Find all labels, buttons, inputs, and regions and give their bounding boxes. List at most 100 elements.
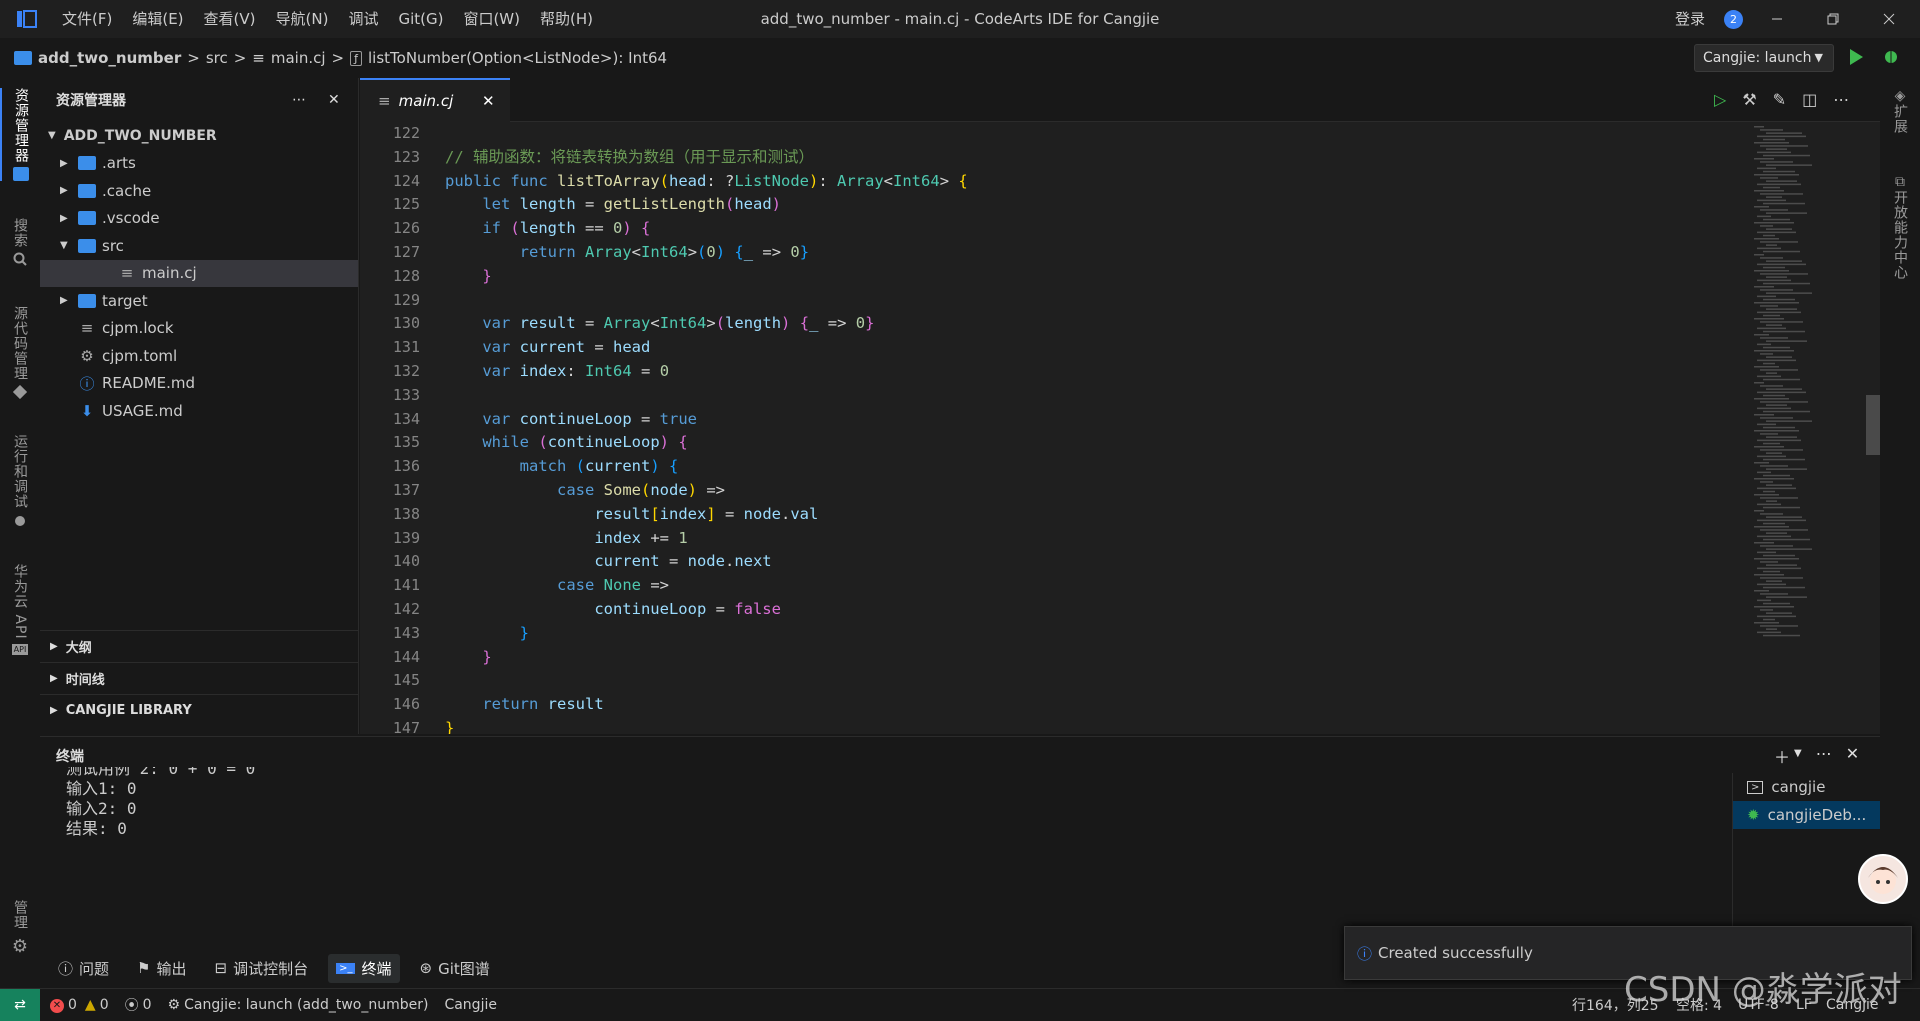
activity-extensions[interactable]: ◈ 扩展: [1880, 88, 1920, 134]
maximize-button[interactable]: [1810, 0, 1856, 38]
tree-item[interactable]: ▶ .cache: [40, 177, 358, 205]
notification-badge[interactable]: 2: [1724, 10, 1743, 29]
section-outline[interactable]: ▶ 大纲: [40, 630, 358, 662]
tree-item[interactable]: ▶ target: [40, 287, 358, 315]
section-timeline[interactable]: ▶ 时间线: [40, 662, 358, 694]
menu-navigate[interactable]: 导航(N): [266, 0, 339, 38]
tree-item[interactable]: ⚙ cjpm.toml: [40, 342, 358, 370]
breadcrumb-file[interactable]: main.cj: [271, 49, 326, 67]
minimap-line: [1763, 186, 1780, 189]
activity-debug[interactable]: 运行和调试: [0, 434, 40, 527]
minimap-line: [1754, 222, 1794, 224]
split-editor-icon[interactable]: ◫: [1802, 90, 1817, 109]
terminal-item-cangjie[interactable]: > cangjie: [1733, 773, 1880, 801]
close-window-button[interactable]: [1866, 0, 1912, 38]
run-button[interactable]: [1848, 48, 1864, 70]
menu-file[interactable]: 文件(F): [52, 0, 122, 38]
ports-count[interactable]: 0: [143, 997, 152, 1013]
breadcrumb-separator: >: [331, 49, 345, 67]
more-icon[interactable]: ⋯: [292, 92, 306, 108]
tab-output[interactable]: ⚑ 输出: [129, 954, 194, 983]
terminal-output[interactable]: 测试用例 2: 0 + 0 = 0 输入1: 0 输入2: 0 结果: 0: [66, 767, 255, 839]
tree-item[interactable]: ≡ main.cj: [40, 259, 358, 287]
tree-item[interactable]: ⓘ README.md: [40, 370, 358, 398]
minimap-line: [1760, 625, 1798, 627]
build-icon[interactable]: ⚒: [1742, 90, 1756, 109]
close-tab-icon[interactable]: ✕: [482, 92, 495, 110]
run-config-select[interactable]: Cangjie: launch ▼: [1694, 44, 1834, 72]
editor-scrollbar[interactable]: [1866, 395, 1880, 455]
activity-search[interactable]: 搜索: [0, 218, 40, 266]
activity-openability[interactable]: ⧉ 开放能力中心: [1880, 174, 1920, 280]
line-number: 138: [392, 504, 420, 523]
breadcrumb-project[interactable]: add_two_number: [38, 49, 181, 67]
tree-item[interactable]: ▶ .arts: [40, 150, 358, 178]
menu-edit[interactable]: 编辑(E): [122, 0, 193, 38]
menu-git[interactable]: Git(G): [388, 0, 453, 38]
tree-item-label: .arts: [102, 154, 136, 173]
minimap-line: [1766, 148, 1787, 150]
tree-item[interactable]: ▶ .vscode: [40, 205, 358, 233]
minimize-button[interactable]: [1754, 0, 1800, 38]
menu-help[interactable]: 帮助(H): [530, 0, 603, 38]
login-link[interactable]: 登录: [1675, 0, 1705, 38]
section-outline-label: 大纲: [65, 641, 92, 656]
minimap-line: [1760, 177, 1778, 179]
chevron-right-icon: ▶: [60, 185, 68, 197]
minimap-line: [1766, 308, 1797, 310]
code-area[interactable]: // 辅助函数：将链表转换为数组（用于显示和测试） public func li…: [445, 122, 1745, 734]
activity-api[interactable]: 华为云 API API: [0, 564, 40, 655]
minimap-line: [1757, 535, 1791, 538]
terminal-item-debug[interactable]: ✹ cangjieDeb...: [1733, 801, 1880, 829]
tab-debug-console[interactable]: ⊟ 调试控制台: [207, 954, 317, 983]
minimap-line: [1760, 593, 1788, 595]
menu-window[interactable]: 窗口(W): [453, 0, 530, 38]
chevron-down-icon[interactable]: ▼: [1794, 748, 1802, 768]
run-file-icon[interactable]: ▷: [1714, 90, 1726, 109]
tree-item[interactable]: ⬇ USAGE.md: [40, 397, 358, 425]
tab-terminal[interactable]: >_ 终端: [328, 953, 400, 983]
minimap-line: [1757, 311, 1801, 314]
tree-item[interactable]: ▼ src: [40, 232, 358, 260]
debug-button[interactable]: [1882, 48, 1900, 70]
warning-count[interactable]: 0: [100, 997, 109, 1013]
add-terminal-icon[interactable]: ＋: [1774, 744, 1790, 768]
tab-label: main.cj: [398, 92, 454, 110]
folder-icon: [78, 211, 96, 226]
minimap-line: [1757, 343, 1771, 346]
language-indicator[interactable]: Cangjie: [444, 997, 497, 1013]
tree-item[interactable]: ≡ cjpm.lock: [40, 315, 358, 343]
breadcrumb-symbol[interactable]: listToNumber(Option<ListNode>): Int64: [368, 49, 667, 67]
more-icon[interactable]: ⋯: [1816, 744, 1832, 768]
menu-debug[interactable]: 调试: [338, 0, 388, 38]
close-icon[interactable]: ✕: [328, 92, 340, 108]
explorer-root[interactable]: ▼ ADD_TWO_NUMBER: [40, 122, 358, 150]
minimap-line: [1757, 503, 1781, 506]
minimap-line: [1763, 234, 1775, 237]
tab-problems[interactable]: ⓘ 问题: [50, 954, 117, 983]
section-cangjie-library[interactable]: ▶ CANGJIE LIBRARY: [40, 694, 358, 726]
assistant-avatar[interactable]: [1858, 854, 1908, 904]
activity-manage[interactable]: 管理 ⚙: [0, 900, 40, 957]
more-icon[interactable]: ⋯: [1833, 90, 1849, 109]
file-icon: ≡: [120, 264, 134, 283]
chevron-down-icon: ▼: [60, 240, 68, 252]
minimap-line: [1754, 254, 1764, 256]
close-panel-icon[interactable]: ✕: [1846, 744, 1859, 768]
minimap-line: [1760, 545, 1793, 547]
line-number: 135: [392, 433, 420, 452]
activity-scm[interactable]: 源代码管理: [0, 306, 40, 399]
tab-git-graph[interactable]: ⊛ Git图谱: [412, 954, 498, 983]
minimap[interactable]: [1748, 122, 1868, 734]
breadcrumb-src[interactable]: src: [206, 49, 228, 67]
error-count[interactable]: 0: [68, 997, 77, 1013]
launch-config[interactable]: Cangjie: launch (add_two_number): [184, 997, 428, 1013]
minimap-line: [1754, 606, 1794, 608]
edit-icon[interactable]: ✎: [1773, 90, 1786, 109]
menu-view[interactable]: 查看(V): [194, 0, 266, 38]
download-icon: ⬇: [80, 401, 94, 420]
remote-button[interactable]: ⇄: [0, 988, 40, 1021]
tab-main-cj[interactable]: ≡ main.cj ✕: [360, 78, 510, 122]
code-editor[interactable]: 122 123 124 125 126 127 128 129 130 131 132 133 134 1…: [360, 122, 1880, 734]
activity-explorer[interactable]: 资源管理器: [0, 88, 40, 181]
